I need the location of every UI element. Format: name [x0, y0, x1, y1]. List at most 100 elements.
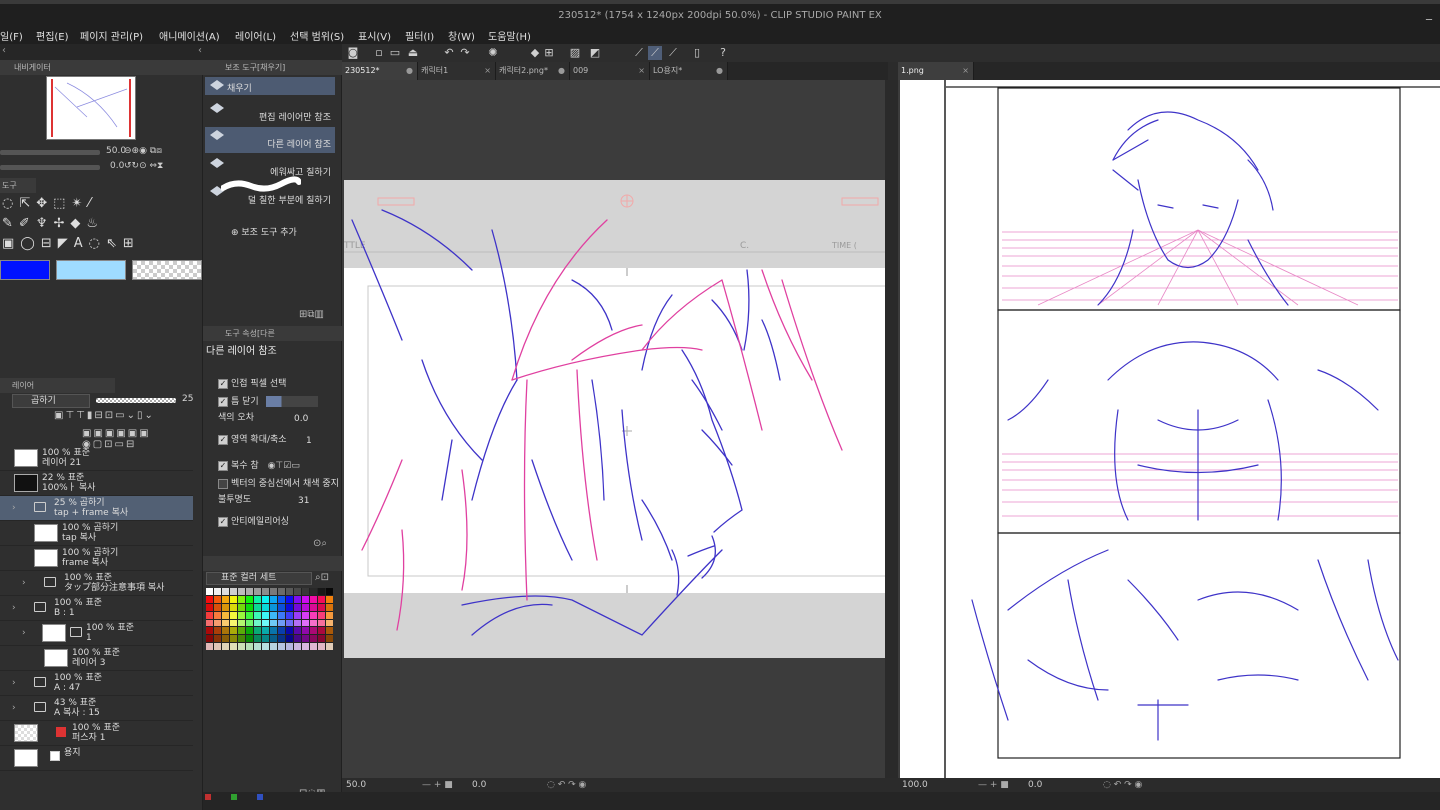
menu-file[interactable]: 일(F) [0, 28, 23, 43]
menu-page[interactable]: 페이지 관리(P) [80, 28, 143, 43]
tool-tab[interactable]: 도구 [2, 181, 17, 190]
left-rotate-controls-icon[interactable]: ◌ ↶ ↷ ◉ [547, 778, 586, 792]
palette-color-cell[interactable] [262, 595, 269, 603]
tab-close-icon[interactable]: ● [558, 62, 565, 80]
palette-color-cell[interactable] [302, 588, 309, 595]
checkbox-icon[interactable]: ✓ [218, 396, 228, 407]
subtool-group-fill[interactable]: 채우기 [205, 77, 335, 95]
palette-color-cell[interactable] [222, 611, 229, 619]
palette-color-cell[interactable] [310, 619, 317, 627]
palette-color-cell[interactable] [222, 635, 229, 643]
layer-row[interactable]: › 100 % 표준 1 [0, 621, 193, 646]
eraser-tool-icon[interactable]: ◆ [70, 214, 80, 234]
layer-row[interactable]: › 25 % 곱하기 tap + frame 복사 [0, 496, 193, 521]
palette-color-cell[interactable] [326, 595, 333, 603]
palette-color-cell[interactable] [294, 595, 301, 603]
brush-tool-icon[interactable]: ♆ [36, 214, 48, 234]
prop-multi-reference[interactable]: ✓ 복수 참 ◉⊤☑▭ [218, 458, 300, 471]
fill-icon[interactable]: ◆ [528, 46, 542, 60]
palette-color-cell[interactable] [270, 588, 277, 595]
minimize-button[interactable]: _ [1426, 6, 1432, 20]
operation-tool-icon[interactable]: ⇱ [19, 194, 30, 214]
eyedropper-tool-icon[interactable]: ⁄ [88, 194, 90, 214]
palette-color-cell[interactable] [318, 588, 325, 595]
palette-color-cell[interactable] [230, 619, 237, 627]
palette-color-cell[interactable] [270, 595, 277, 603]
palette-color-cell[interactable] [222, 595, 229, 603]
palette-color-cell[interactable] [310, 643, 317, 650]
add-subtool-button[interactable]: ⊕ 보조 도구 추가 [231, 225, 297, 238]
expand-arrow-icon[interactable]: › [22, 578, 26, 588]
palette-color-cell[interactable] [294, 643, 301, 650]
tool-property-tab[interactable]: 도구 속성[다른 [225, 329, 275, 338]
canvas-left[interactable]: TTLE C. TIME ( [342, 80, 885, 778]
layer-row[interactable]: 100 % 표준 퍼스자 1 [0, 721, 193, 746]
palette-color-cell[interactable] [262, 619, 269, 627]
tab-close-icon[interactable]: × [962, 62, 969, 80]
tab-close-icon[interactable]: ● [406, 62, 413, 80]
palette-color-cell[interactable] [278, 603, 285, 611]
palette-color-cell[interactable] [222, 643, 229, 650]
palette-color-cell[interactable] [214, 588, 221, 595]
palette-color-cell[interactable] [222, 627, 229, 635]
palette-color-cell[interactable] [214, 611, 221, 619]
airbrush-tool-icon[interactable]: ✢ [53, 214, 64, 234]
expand-arrow-icon[interactable]: › [12, 503, 16, 513]
move-tool-icon[interactable]: ✥ [36, 194, 47, 214]
right-zoom-controls-icon[interactable]: — + ■ [978, 778, 1009, 792]
menu-animation[interactable]: 애니메이션(A) [159, 28, 220, 43]
new-file-icon[interactable]: ▫ [372, 46, 386, 60]
transparent-color-swatch[interactable] [132, 260, 202, 280]
palette-color-cell[interactable] [262, 603, 269, 611]
checkbox-icon[interactable]: ✓ [218, 460, 228, 471]
palette-color-cell[interactable] [326, 603, 333, 611]
snap-special-ruler-icon[interactable]: ⟋ [648, 46, 662, 60]
palette-color-cell[interactable] [270, 603, 277, 611]
document-tab[interactable]: 009 × [570, 62, 650, 80]
checkbox-icon[interactable] [218, 478, 228, 489]
palette-color-cell[interactable] [230, 595, 237, 603]
palette-color-cell[interactable] [302, 595, 309, 603]
deselect-icon[interactable]: ▨ [568, 46, 582, 60]
navigator-preview[interactable] [46, 76, 136, 140]
pen-tool-icon[interactable]: ✎ [2, 214, 13, 234]
palette-color-cell[interactable] [270, 627, 277, 635]
color-set-select[interactable]: 표준 컬러 세트 [206, 572, 312, 585]
layer-row[interactable]: 100 % 표준 레이어 3 [0, 646, 193, 671]
palette-color-cell[interactable] [278, 595, 285, 603]
palette-color-cell[interactable] [318, 627, 325, 635]
open-file-icon[interactable]: ▭ [388, 46, 402, 60]
palette-color-cell[interactable] [310, 635, 317, 643]
palette-color-cell[interactable] [318, 635, 325, 643]
clip-studio-icon[interactable]: ◙ [346, 46, 360, 60]
left-zoom-controls-icon[interactable]: — + ■ [422, 778, 453, 792]
palette-color-cell[interactable] [262, 588, 269, 595]
correct-line-tool-icon[interactable]: ⇖ [106, 234, 117, 254]
selection-tool-icon[interactable]: ⬚ [53, 194, 65, 214]
palette-color-cell[interactable] [206, 603, 213, 611]
document-tab[interactable]: 캐릭터1 × [418, 62, 496, 80]
device-icon[interactable]: ▯ [690, 46, 704, 60]
palette-color-cell[interactable] [278, 635, 285, 643]
tab-close-icon[interactable]: × [484, 62, 491, 80]
prop-close-gap[interactable]: ✓ 틈 닫기 [218, 394, 318, 407]
palette-color-cell[interactable] [254, 595, 261, 603]
layer-opacity-slider[interactable] [96, 398, 176, 403]
palette-color-cell[interactable] [238, 627, 245, 635]
tab-close-icon[interactable]: ● [716, 62, 723, 80]
subtool-item-other-layer[interactable]: 다른 레이어 참조 [205, 127, 335, 153]
palette-color-cell[interactable] [262, 627, 269, 635]
palette-color-cell[interactable] [238, 635, 245, 643]
palette-color-cell[interactable] [278, 627, 285, 635]
palette-color-cell[interactable] [310, 588, 317, 595]
help-icon[interactable]: ? [716, 46, 730, 60]
palette-color-cell[interactable] [318, 611, 325, 619]
palette-color-cell[interactable] [326, 619, 333, 627]
palette-color-cell[interactable] [278, 619, 285, 627]
palette-color-cell[interactable] [238, 595, 245, 603]
gradient-tool-icon[interactable]: ▣ [2, 234, 14, 254]
snap-ruler-icon[interactable]: ⟋ [632, 46, 646, 60]
prop-vector-center[interactable]: 벡터의 중심선에서 채색 중지 [218, 476, 339, 489]
palette-color-cell[interactable] [214, 635, 221, 643]
collapse-left-icon[interactable]: ‹ [2, 45, 6, 56]
